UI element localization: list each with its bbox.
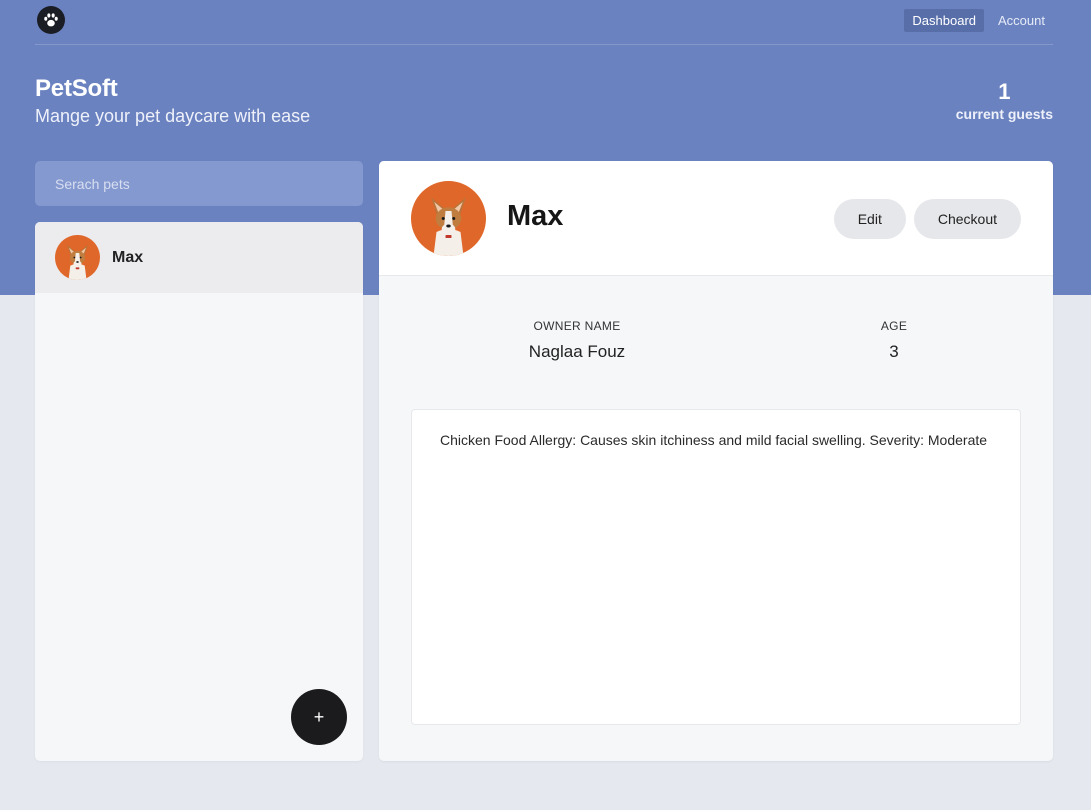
age-info: AGE 3 <box>854 319 934 362</box>
dog-photo-avatar <box>411 181 486 256</box>
brand-block: PetSoft Mange your pet daycare with ease <box>35 75 310 127</box>
guest-count: 1 <box>998 79 1011 104</box>
pet-actions: Edit Checkout <box>833 199 1021 239</box>
pet-detail-name: Max <box>507 200 564 232</box>
paw-icon[interactable] <box>37 6 65 34</box>
search-input[interactable] <box>35 161 363 206</box>
nav-link-account[interactable]: Account <box>990 9 1053 32</box>
pet-name: Max <box>112 248 144 266</box>
age-value: 3 <box>889 342 899 361</box>
guest-count-label: current guests <box>955 106 1053 122</box>
app-title: PetSoft <box>35 75 118 102</box>
dog-photo-avatar <box>55 235 100 280</box>
owner-name-label: OWNER NAME <box>533 319 621 333</box>
pet-detail-header: Max Edit Checkout <box>379 161 1053 276</box>
nav-link-dashboard[interactable]: Dashboard <box>904 9 985 32</box>
add-pet-button[interactable]: + <box>291 689 347 745</box>
age-label: AGE <box>880 319 908 333</box>
pet-detail-panel: Max Edit Checkout OWNER NAME Naglaa Fouz… <box>379 161 1053 761</box>
pet-list-panel: Max + <box>35 222 363 761</box>
checkout-button[interactable]: Checkout <box>913 199 1021 239</box>
list-item[interactable]: Max <box>35 222 363 293</box>
edit-button[interactable]: Edit <box>833 199 906 239</box>
top-navbar: Dashboard Account <box>35 0 1053 45</box>
owner-name-value: Naglaa Fouz <box>528 342 626 361</box>
guest-stats: 1 current guests <box>956 79 1053 122</box>
pet-notes: Chicken Food Allergy: Causes skin itchin… <box>411 409 1021 725</box>
app-subtitle: Mange your pet daycare with ease <box>35 106 311 126</box>
nav-links: Dashboard Account <box>904 9 1053 32</box>
owner-info: OWNER NAME Naglaa Fouz <box>497 319 657 362</box>
